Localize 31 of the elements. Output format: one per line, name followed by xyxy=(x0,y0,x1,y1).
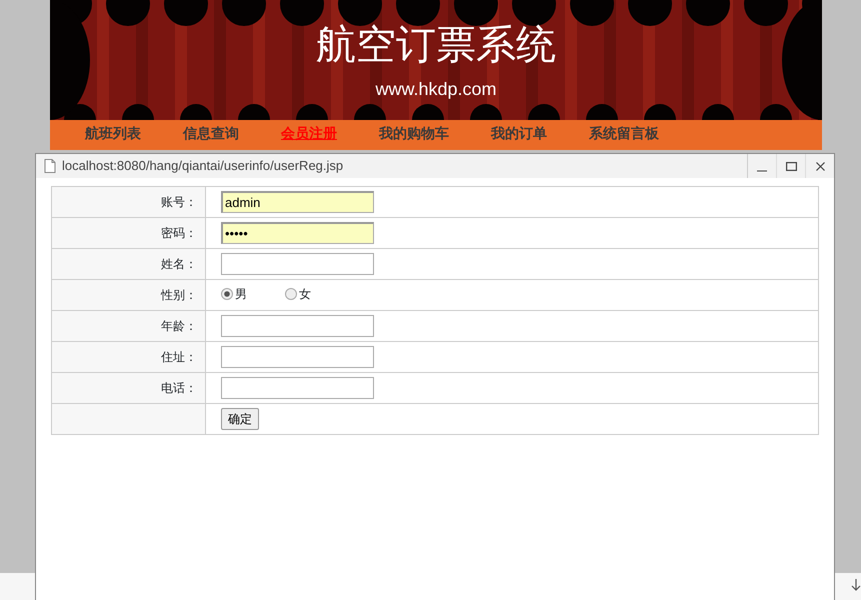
field-label: 密码： xyxy=(52,218,206,248)
field-label: 电话： xyxy=(52,372,206,404)
window-url: localhost:8080/hang/qiantai/userinfo/userReg.jsp xyxy=(62,157,344,176)
input-field[interactable]: admin xyxy=(221,191,374,213)
option-label: 女 xyxy=(299,286,311,303)
input-field[interactable] xyxy=(221,346,374,368)
input-field[interactable] xyxy=(221,315,374,337)
radio-button[interactable] xyxy=(221,288,233,300)
close-icon xyxy=(816,162,824,170)
input-field[interactable]: ••••• xyxy=(221,222,374,244)
field-label: 住址： xyxy=(52,342,206,372)
maximize-icon xyxy=(786,162,796,170)
nav-link[interactable]: 我的订单 xyxy=(491,120,547,150)
input-field[interactable] xyxy=(221,253,374,275)
nav-link[interactable]: 我的购物车 xyxy=(379,120,449,150)
field-label: 性别： xyxy=(52,280,206,310)
field-label: 账号： xyxy=(52,186,206,218)
minimize-icon xyxy=(757,170,767,172)
page-icon xyxy=(44,159,56,173)
radio-button[interactable] xyxy=(285,288,297,300)
submit-button[interactable]: 确定 xyxy=(221,408,259,430)
input-field[interactable] xyxy=(221,377,374,399)
nav-link[interactable]: 航班列表 xyxy=(85,120,141,150)
download-icon[interactable] xyxy=(851,578,861,592)
field-label: 年龄： xyxy=(52,310,206,342)
nav-link[interactable]: 系统留言板 xyxy=(589,120,659,150)
option-label: 男 xyxy=(235,286,247,303)
field-label: 姓名： xyxy=(52,248,206,280)
nav-link[interactable]: 信息查询 xyxy=(183,120,239,150)
site-address: www.hkdp.com xyxy=(374,78,498,101)
banner-title: 航空订票系统 xyxy=(315,21,557,70)
